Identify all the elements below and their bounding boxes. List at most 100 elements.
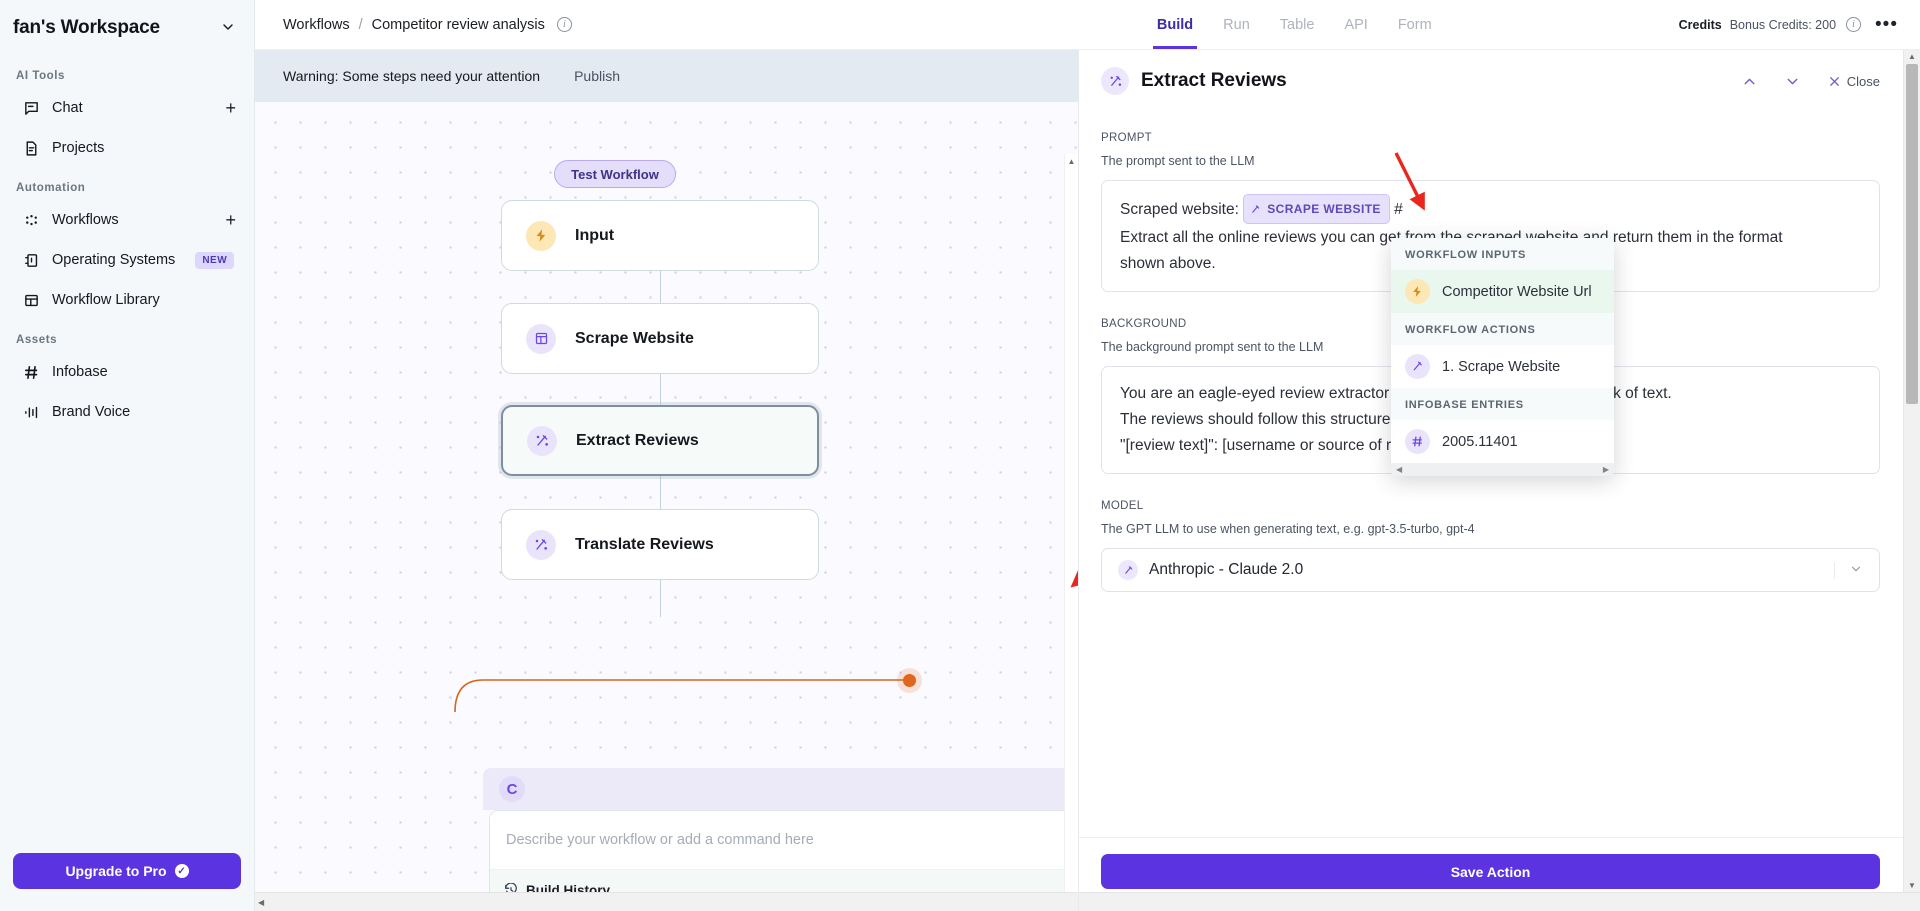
mention-horizontal-scrollbar[interactable]: ◀ ▶ — [1391, 463, 1614, 476]
workflow-canvas[interactable]: Test Workflow Input Scrape Website Extra… — [255, 102, 1078, 911]
sidebar-item-projects[interactable]: Projects — [10, 128, 244, 168]
node-label: Translate Reviews — [575, 535, 714, 553]
workspace-name: fan's Workspace — [13, 17, 160, 38]
breadcrumb-workflows[interactable]: Workflows — [283, 17, 350, 33]
edge-endpoint-handle[interactable] — [903, 674, 916, 687]
sidebar-item-workflows[interactable]: Workflows + — [10, 200, 244, 240]
sidebar-item-label: Operating Systems — [52, 252, 176, 268]
tab-run[interactable]: Run — [1223, 0, 1250, 49]
sidebar-item-label: Projects — [52, 140, 105, 156]
status-badge: NEW — [195, 251, 235, 269]
upgrade-to-pro-button[interactable]: Upgrade to Pro ✓ — [13, 853, 241, 889]
upgrade-container: Upgrade to Pro ✓ — [0, 853, 254, 911]
mention-group-infobase-entries: INFOBASE ENTRIES — [1391, 388, 1614, 420]
ellipsis-icon[interactable]: ••• — [1875, 15, 1898, 34]
prompt-prefix: Scraped website: — [1120, 201, 1239, 219]
close-label: Close — [1846, 73, 1880, 89]
chevron-down-icon[interactable] — [220, 19, 236, 38]
chevron-up-icon[interactable] — [1741, 73, 1758, 90]
panel-vertical-scrollbar[interactable]: ▲ ▼ — [1903, 50, 1920, 892]
chevron-down-icon[interactable] — [1784, 73, 1801, 90]
scroll-left-icon[interactable]: ◀ — [258, 898, 264, 907]
magic-wand-icon — [1101, 67, 1129, 95]
node-label: Extract Reviews — [576, 431, 699, 449]
mention-item-infobase-entry[interactable]: 2005.11401 — [1391, 420, 1614, 463]
top-bar-right: Credits Bonus Credits: 200 i ••• — [1679, 15, 1898, 34]
panel-horizontal-scrollbar[interactable] — [1079, 892, 1920, 911]
breadcrumb-current[interactable]: Competitor review analysis — [372, 17, 545, 33]
verified-icon: ✓ — [174, 864, 189, 878]
canvas-vertical-scrollbar[interactable]: ▲ ▼ — [1064, 154, 1078, 911]
info-icon[interactable]: i — [556, 17, 572, 32]
workspace-switcher[interactable]: fan's Workspace — [0, 0, 254, 56]
document-icon — [22, 139, 40, 157]
add-workflow-button[interactable]: + — [225, 211, 236, 229]
model-hint: The GPT LLM to use when generating text,… — [1101, 522, 1475, 536]
caret-right-icon[interactable]: ▶ — [1603, 465, 1609, 474]
content-row: Warning: Some steps need your attention … — [255, 50, 1920, 911]
save-action-button[interactable]: Save Action — [1101, 854, 1880, 889]
workflow-node-translate-reviews[interactable]: Translate Reviews — [501, 509, 819, 580]
publish-button[interactable]: Publish — [574, 68, 620, 84]
test-workflow-button[interactable]: Test Workflow — [554, 160, 676, 188]
model-label: MODEL — [1101, 500, 1144, 512]
magic-wand-icon — [527, 425, 557, 456]
sidebar-item-chat[interactable]: Chat + — [10, 88, 244, 128]
mention-group-workflow-inputs: WORKFLOW INPUTS — [1391, 238, 1614, 270]
canvas-horizontal-scrollbar[interactable]: ◀ — [255, 892, 1078, 911]
workflow-node-scrape-website[interactable]: Scrape Website — [501, 303, 819, 374]
top-bar: Workflows / Competitor review analysis i… — [255, 0, 1920, 50]
tab-api[interactable]: API — [1344, 0, 1367, 49]
node-label: Scrape Website — [575, 329, 694, 347]
scroll-down-icon[interactable]: ▼ — [1908, 881, 1916, 890]
chat-icon — [22, 99, 40, 117]
tab-table[interactable]: Table — [1280, 0, 1315, 49]
model-select[interactable]: Anthropic - Claude 2.0 — [1101, 548, 1880, 592]
caret-left-icon[interactable]: ◀ — [1396, 465, 1402, 474]
chat-input[interactable]: Describe your workflow or add a command … — [490, 811, 1078, 869]
close-icon — [1827, 74, 1842, 89]
builder-chat-dock: C X Describe your workflow or add a comm… — [483, 768, 1078, 911]
warning-bar: Warning: Some steps need your attention … — [255, 50, 1078, 102]
tab-build[interactable]: Build — [1152, 0, 1198, 49]
mention-item-competitor-website-url[interactable]: Competitor Website Url — [1391, 270, 1614, 313]
sidebar-item-label: Workflow Library — [52, 292, 160, 308]
credits-label: Credits — [1678, 17, 1722, 32]
close-panel-button[interactable]: Close — [1827, 74, 1880, 89]
variable-mention-menu[interactable]: WORKFLOW INPUTS Competitor Website Url W… — [1391, 238, 1614, 476]
upgrade-label: Upgrade to Pro — [65, 863, 167, 879]
lightning-icon — [526, 220, 556, 251]
warning-message: Warning: Some steps need your attention — [283, 68, 541, 84]
page-title: Extract Reviews — [1141, 70, 1287, 91]
add-chat-button[interactable]: + — [225, 99, 236, 117]
sidebar: fan's Workspace AI Tools Chat + Projects… — [0, 0, 255, 911]
workflow-node-input[interactable]: Input — [501, 200, 819, 271]
scroll-up-icon[interactable]: ▲ — [1908, 52, 1916, 61]
mention-item-scrape-website[interactable]: 1. Scrape Website — [1391, 345, 1614, 388]
chevron-down-icon[interactable] — [1834, 561, 1863, 579]
sidebar-section-ai-tools: AI Tools — [16, 70, 65, 82]
tab-form[interactable]: Form — [1398, 0, 1432, 49]
model-selected-value: Anthropic - Claude 2.0 — [1149, 561, 1304, 578]
sidebar-item-label: Workflows — [52, 212, 119, 228]
view-tabs: Build Run Table API Form — [1152, 0, 1432, 49]
hash-icon — [22, 363, 40, 381]
sidebar-item-brand-voice[interactable]: Brand Voice — [10, 392, 244, 432]
sidebar-item-label: Brand Voice — [52, 404, 131, 420]
action-detail-panel: Extract Reviews Close PROMPT The prompt … — [1078, 50, 1920, 911]
scrollbar-thumb[interactable] — [1906, 64, 1918, 404]
credits-info-icon[interactable]: i — [1846, 17, 1862, 32]
prompt-caret-text: # — [1394, 201, 1403, 219]
panel-header: Extract Reviews Close — [1079, 50, 1920, 104]
workflow-node-extract-reviews[interactable]: Extract Reviews — [501, 405, 819, 476]
sidebar-item-infobase[interactable]: Infobase — [10, 352, 244, 392]
variable-token-scrape-website[interactable]: SCRAPE WEBSITE — [1243, 194, 1390, 224]
sidebar-item-operating-systems[interactable]: Operating Systems NEW — [10, 240, 244, 280]
canvas-column: Warning: Some steps need your attention … — [255, 50, 1078, 911]
scroll-up-icon[interactable]: ▲ — [1068, 157, 1076, 166]
sidebar-item-workflow-library[interactable]: Workflow Library — [10, 280, 244, 320]
sidebar-section-assets: Assets — [16, 334, 58, 346]
sidebar-item-label: Chat — [52, 100, 83, 116]
